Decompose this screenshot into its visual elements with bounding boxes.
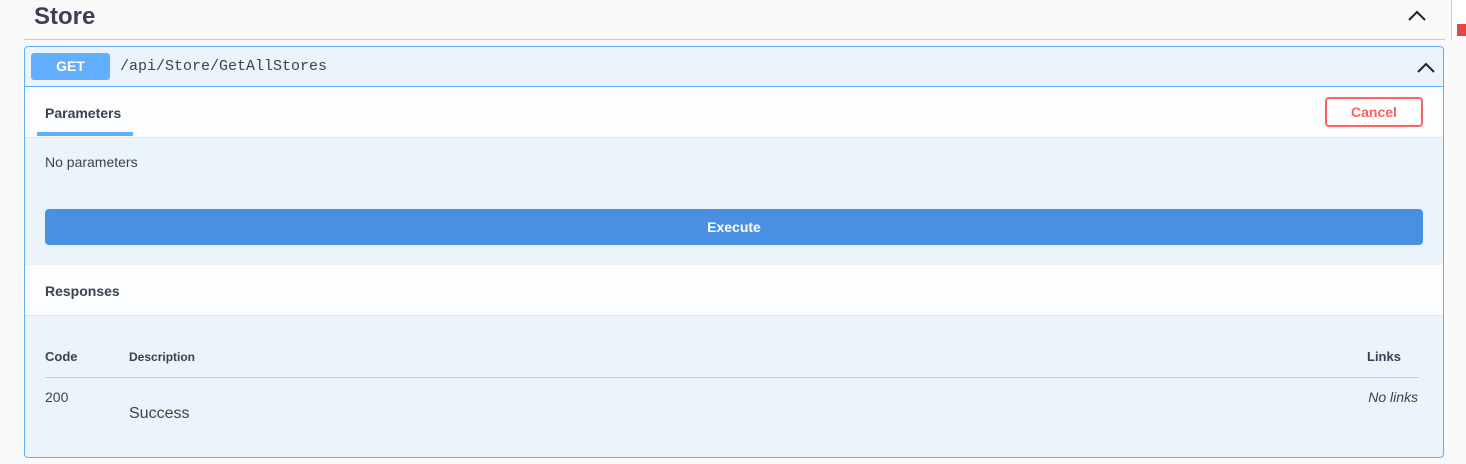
operation-path: /api/Store/GetAllStores	[120, 58, 328, 75]
tab-parameters[interactable]: Parameters	[37, 87, 133, 136]
operation-block-get: GET /api/Store/GetAllStores Parameters C…	[24, 46, 1444, 458]
no-parameters-text: No parameters	[45, 154, 138, 170]
chevron-up-icon[interactable]	[1413, 57, 1439, 77]
responses-header: Responses	[25, 265, 1443, 316]
tag-header-store[interactable]: Store	[24, 0, 1445, 40]
column-header-links: Links	[1367, 349, 1401, 364]
column-header-code: Code	[45, 349, 78, 364]
http-method-badge: GET	[31, 53, 110, 80]
parameters-header: Parameters Cancel	[25, 87, 1443, 138]
chevron-up-icon[interactable]	[1405, 6, 1429, 26]
bookmark-icon	[1457, 24, 1466, 36]
table-divider	[45, 377, 1419, 378]
column-header-description: Description	[129, 350, 196, 364]
execute-button[interactable]: Execute	[45, 209, 1423, 245]
cancel-button[interactable]: Cancel	[1325, 97, 1423, 127]
responses-title: Responses	[45, 283, 120, 299]
response-description: Success	[129, 405, 190, 422]
response-code: 200	[45, 389, 69, 405]
operation-summary[interactable]: GET /api/Store/GetAllStores	[25, 47, 1443, 87]
tag-title: Store	[34, 3, 96, 30]
response-links: No links	[1368, 389, 1418, 405]
tab-parameters-label: Parameters	[45, 105, 122, 121]
